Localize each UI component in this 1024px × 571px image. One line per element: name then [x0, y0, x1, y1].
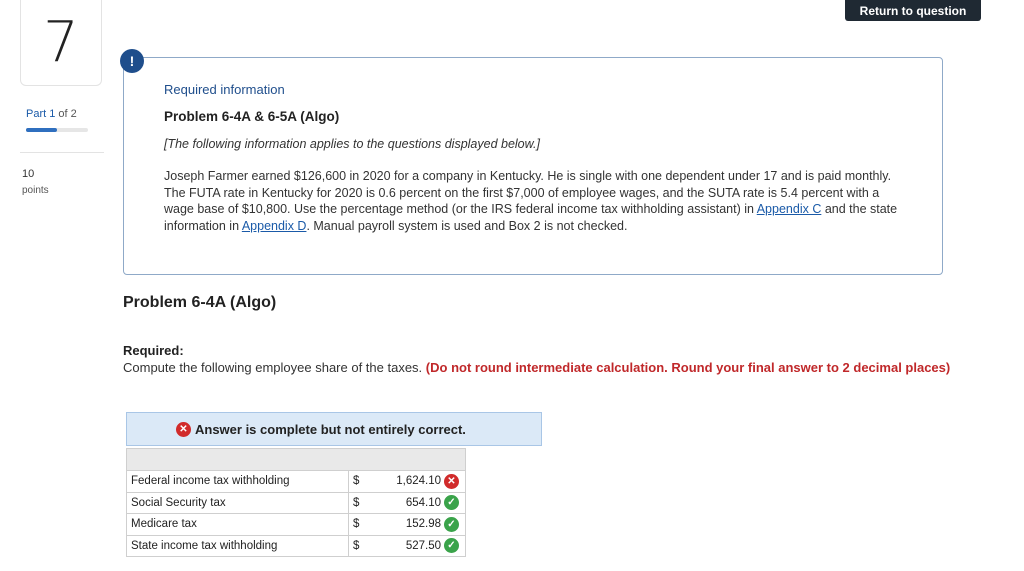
- answer-value[interactable]: 152.98: [406, 518, 441, 530]
- points-value: 10: [22, 168, 35, 180]
- answer-cell[interactable]: 1,624.10 ✕: [360, 470, 466, 493]
- row-label: Federal income tax withholding: [126, 470, 349, 493]
- part-total: of 2: [55, 108, 77, 120]
- rounding-instruction: (Do not round intermediate calculation. …: [425, 360, 951, 375]
- info-title: Required information: [164, 82, 285, 97]
- check-icon: ✓: [444, 495, 459, 511]
- table-row: Federal income tax withholding $ 1,624.1…: [126, 470, 466, 493]
- part-current: Part 1: [26, 108, 56, 120]
- incorrect-icon: ✕: [176, 421, 191, 437]
- appendix-d-link[interactable]: Appendix D: [242, 219, 307, 233]
- info-body-part: . Manual payroll system is used and Box …: [306, 218, 628, 233]
- row-label: Social Security tax: [126, 492, 349, 514]
- question-number: 7: [20, 0, 102, 86]
- currency-symbol: $: [348, 513, 361, 536]
- required-label: Required:: [123, 343, 184, 358]
- points-label: points: [22, 185, 49, 196]
- check-icon: ✓: [444, 538, 459, 554]
- answer-table: Federal income tax withholding $ 1,624.1…: [126, 448, 466, 557]
- answer-value[interactable]: 1,624.10: [396, 475, 441, 487]
- answer-cell[interactable]: 654.10 ✓: [360, 492, 466, 514]
- answer-status-text: Answer is complete but not entirely corr…: [195, 421, 466, 437]
- info-problem-title: Problem 6-4A & 6-5A (Algo): [164, 109, 340, 124]
- row-label: Medicare tax: [126, 513, 349, 536]
- info-note: [The following information applies to th…: [164, 137, 540, 151]
- row-label: State income tax withholding: [126, 535, 349, 557]
- table-header-cell: [126, 448, 466, 471]
- return-to-question-button[interactable]: Return to question: [845, 0, 981, 21]
- part-progress-fill: [26, 128, 57, 132]
- table-row: Social Security tax $ 654.10 ✓: [126, 492, 466, 514]
- problem-title: Problem 6-4A (Algo): [123, 294, 277, 311]
- info-body: Joseph Farmer earned $126,600 in 2020 fo…: [164, 168, 909, 234]
- divider: [20, 152, 104, 153]
- required-information-box: Required information Problem 6-4A & 6-5A…: [123, 57, 943, 275]
- required-instruction-text: Compute the following employee share of …: [123, 360, 426, 375]
- answer-cell[interactable]: 527.50 ✓: [360, 535, 466, 557]
- table-row: State income tax withholding $ 527.50 ✓: [126, 535, 466, 557]
- table-header-row: [126, 448, 466, 471]
- appendix-c-link[interactable]: Appendix C: [757, 202, 822, 216]
- currency-symbol: $: [348, 470, 361, 493]
- answer-value[interactable]: 654.10: [406, 497, 441, 509]
- currency-symbol: $: [348, 492, 361, 514]
- part-progress-bar: [26, 128, 88, 132]
- table-row: Medicare tax $ 152.98 ✓: [126, 513, 466, 536]
- answer-status-banner: ✕ Answer is complete but not entirely co…: [126, 412, 542, 446]
- part-indicator: Part 1 of 2: [26, 108, 77, 120]
- incorrect-icon: ✕: [444, 473, 459, 489]
- answer-value[interactable]: 527.50: [406, 540, 441, 552]
- check-icon: ✓: [444, 516, 459, 532]
- alert-icon: !: [120, 49, 144, 73]
- answer-cell[interactable]: 152.98 ✓: [360, 513, 466, 536]
- currency-symbol: $: [348, 535, 361, 557]
- required-text: Compute the following employee share of …: [123, 360, 993, 377]
